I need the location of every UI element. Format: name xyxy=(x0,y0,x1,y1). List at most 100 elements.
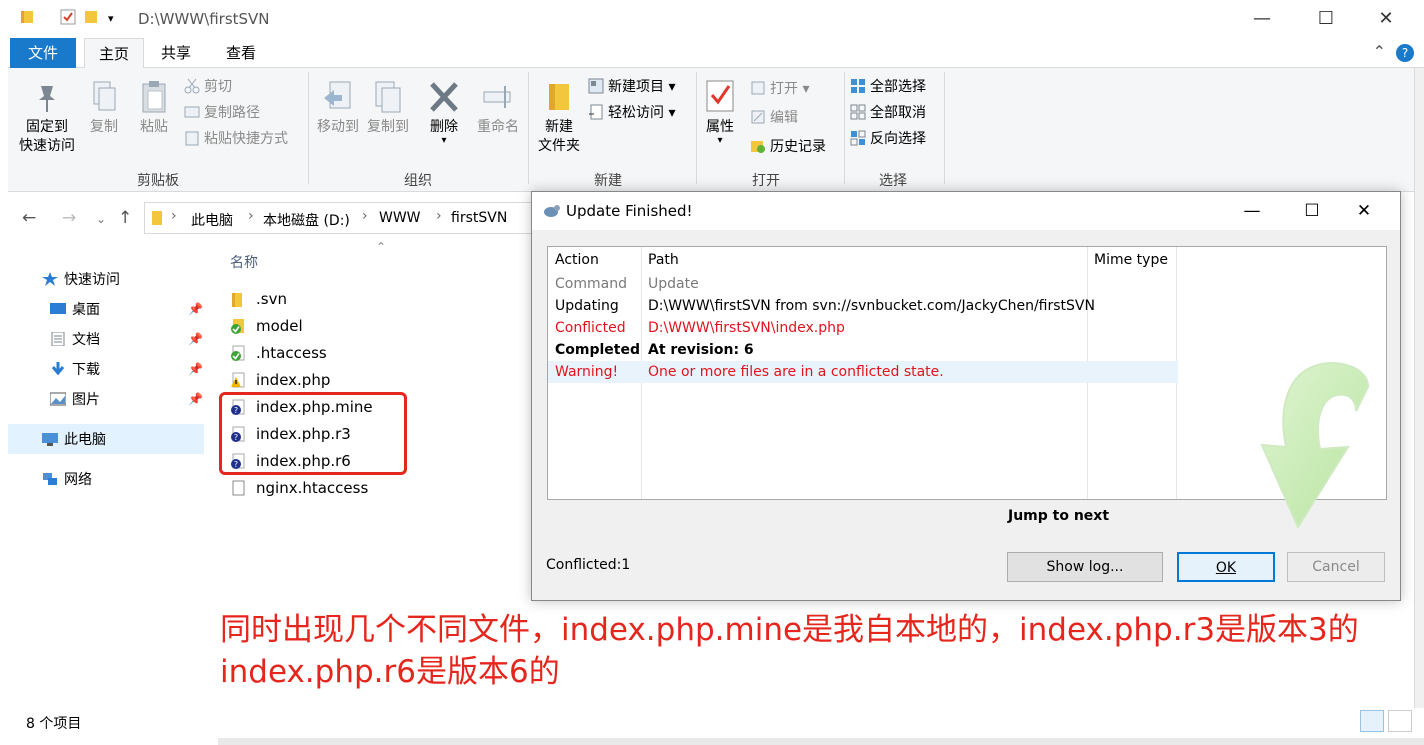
pin-label-line1: 固定到 xyxy=(26,119,68,135)
ok-button[interactable]: OK xyxy=(1177,552,1275,582)
cut-button[interactable]: 剪切 xyxy=(184,76,232,98)
column-header-path[interactable]: Path xyxy=(648,252,679,268)
invert-selection-button[interactable]: 反向选择 xyxy=(850,128,926,150)
column-header-mime-type[interactable]: Mime type xyxy=(1094,252,1168,268)
delete-dropdown-icon[interactable]: ▾ xyxy=(422,136,466,146)
tab-file[interactable]: 文件 xyxy=(10,38,76,68)
move-to-icon xyxy=(322,80,354,114)
open-button[interactable]: 打开 ▾ xyxy=(750,78,809,100)
dialog-minimize-button[interactable]: — xyxy=(1232,198,1272,224)
back-arrow-icon[interactable]: ← xyxy=(22,208,36,228)
explorer-window: ▾ D:\WWW\firstSVN — ☐ ✕ 文件 主页 共享 查看 ⌃ ? … xyxy=(0,0,1424,745)
easy-access-button[interactable]: 轻松访问 ▾ xyxy=(588,102,675,124)
column-header-name[interactable]: 名称 xyxy=(230,252,258,272)
maximize-button[interactable]: ☐ xyxy=(1304,4,1348,34)
easy-access-label: 轻松访问 xyxy=(608,105,664,121)
cancel-button[interactable]: Cancel xyxy=(1287,552,1385,582)
dialog-maximize-button[interactable]: ☐ xyxy=(1292,198,1332,224)
large-icons-view-icon[interactable] xyxy=(1388,710,1412,732)
history-icon xyxy=(750,138,766,154)
rename-icon xyxy=(482,80,514,114)
table-row[interactable]: Completed At revision: 6 xyxy=(548,339,1178,361)
table-row[interactable]: Updating D:\WWW\firstSVN from svn://svnb… xyxy=(548,295,1178,317)
help-icon[interactable]: ? xyxy=(1396,44,1414,62)
list-item[interactable]: .htaccess xyxy=(230,340,327,366)
chevron-up-icon[interactable]: ⌃ xyxy=(1373,42,1386,61)
details-view-icon[interactable] xyxy=(1360,710,1384,732)
item-count: 8 个项目 xyxy=(26,716,82,732)
tab-share[interactable]: 共享 xyxy=(148,38,204,68)
up-arrow-icon[interactable]: ↑ xyxy=(118,208,132,228)
copy-path-button[interactable]: 复制路径 xyxy=(184,102,260,124)
folder-icon xyxy=(151,210,163,230)
breadcrumb-separator-icon: › xyxy=(436,208,442,224)
list-item[interactable]: nginx.htaccess xyxy=(230,475,368,501)
nav-downloads[interactable]: 下载 xyxy=(50,356,100,384)
background-taskbar-edge xyxy=(218,738,1424,745)
breadcrumb-local-disk[interactable]: 本地磁盘 (D:) xyxy=(263,210,350,230)
new-item-icon xyxy=(588,78,604,94)
ribbon: 固定到 快速访问 复制 粘贴 剪切 复制路径 粘贴快捷方式 剪贴板 移动到 复制… xyxy=(8,68,1414,192)
new-folder-label-line2: 文件夹 xyxy=(538,138,580,154)
move-to-button[interactable]: 移动到 xyxy=(312,80,364,137)
copy-to-button[interactable]: 复制到 xyxy=(362,80,414,137)
breadcrumb-www[interactable]: WWW xyxy=(379,210,421,226)
breadcrumb-firstsvn[interactable]: firstSVN xyxy=(451,210,507,226)
paste-button[interactable]: 粘贴 xyxy=(134,80,174,137)
copy-path-icon xyxy=(184,104,200,120)
history-button[interactable]: 历史记录 xyxy=(750,136,826,158)
table-row[interactable]: Command Update xyxy=(548,273,1178,295)
list-item[interactable]: .svn xyxy=(230,286,287,312)
edit-button[interactable]: 编辑 xyxy=(750,107,798,129)
select-none-icon xyxy=(850,104,866,120)
table-row[interactable]: Conflicted D:\WWW\firstSVN\index.php xyxy=(548,317,1178,339)
pin-icon[interactable]: 📌 xyxy=(188,392,203,406)
pin-icon[interactable]: 📌 xyxy=(188,302,203,316)
pin-icon[interactable]: 📌 xyxy=(188,362,203,376)
nav-documents[interactable]: 文档 xyxy=(50,326,100,354)
address-bar[interactable]: › 此电脑 › 本地磁盘 (D:) › WWW › firstSVN xyxy=(144,202,544,234)
select-none-button[interactable]: 全部取消 xyxy=(850,102,926,124)
select-all-button[interactable]: 全部选择 xyxy=(850,76,926,98)
tab-home[interactable]: 主页 xyxy=(84,38,144,69)
new-folder-button[interactable]: 新建 文件夹 xyxy=(532,80,586,156)
nav-desktop[interactable]: 桌面 xyxy=(50,296,100,324)
nav-this-pc[interactable]: 此电脑 xyxy=(42,426,106,454)
pin-icon[interactable]: 📌 xyxy=(188,332,203,346)
list-item[interactable]: model xyxy=(230,313,303,339)
selection-highlight xyxy=(8,424,204,454)
ribbon-tabs: 文件 主页 共享 查看 ⌃ ? xyxy=(8,38,1424,69)
copy-button[interactable]: 复制 xyxy=(84,80,124,137)
column-header-action[interactable]: Action xyxy=(555,252,599,268)
nav-pictures[interactable]: 图片 xyxy=(49,386,100,414)
nav-pictures-label: 图片 xyxy=(72,392,100,408)
list-item[interactable]: index.php xyxy=(230,367,330,393)
forward-arrow-icon[interactable]: → xyxy=(62,208,76,228)
nav-quick-access[interactable]: 快速访问 xyxy=(42,266,120,294)
properties-dropdown-icon[interactable]: ▾ xyxy=(700,136,740,146)
tab-view[interactable]: 查看 xyxy=(212,38,270,68)
close-button[interactable]: ✕ xyxy=(1364,4,1408,34)
pin-to-quick-access-button[interactable]: 固定到 快速访问 xyxy=(14,80,80,156)
minimize-button[interactable]: — xyxy=(1240,4,1284,34)
new-item-button[interactable]: 新建项目 ▾ xyxy=(588,76,675,98)
file-icon xyxy=(230,478,246,496)
rename-button[interactable]: 重命名 xyxy=(470,80,526,137)
new-folder-quick-icon[interactable] xyxy=(84,9,98,29)
jump-to-next-link[interactable]: Jump to next xyxy=(1008,508,1109,524)
new-item-label: 新建项目 xyxy=(608,79,664,95)
breadcrumb-this-pc[interactable]: 此电脑 xyxy=(191,210,233,230)
paste-shortcut-button[interactable]: 粘贴快捷方式 xyxy=(184,128,288,150)
edit-icon xyxy=(750,109,766,125)
dialog-close-button[interactable]: ✕ xyxy=(1344,198,1384,224)
recent-locations-chevron-icon[interactable]: ⌄ xyxy=(96,212,106,226)
customize-toolbar-icon[interactable]: ▾ xyxy=(108,12,114,25)
properties-button[interactable]: 属性 ▾ xyxy=(700,80,740,146)
table-row[interactable]: Warning! One or more files are in a conf… xyxy=(548,361,1178,383)
show-log-button[interactable]: Show log... xyxy=(1007,552,1163,582)
nav-network[interactable]: 网络 xyxy=(42,466,92,494)
delete-button[interactable]: 删除 ▾ xyxy=(422,80,466,146)
row-action: Conflicted xyxy=(555,320,626,336)
scissors-icon xyxy=(184,78,200,94)
properties-quick-icon[interactable] xyxy=(60,9,76,29)
